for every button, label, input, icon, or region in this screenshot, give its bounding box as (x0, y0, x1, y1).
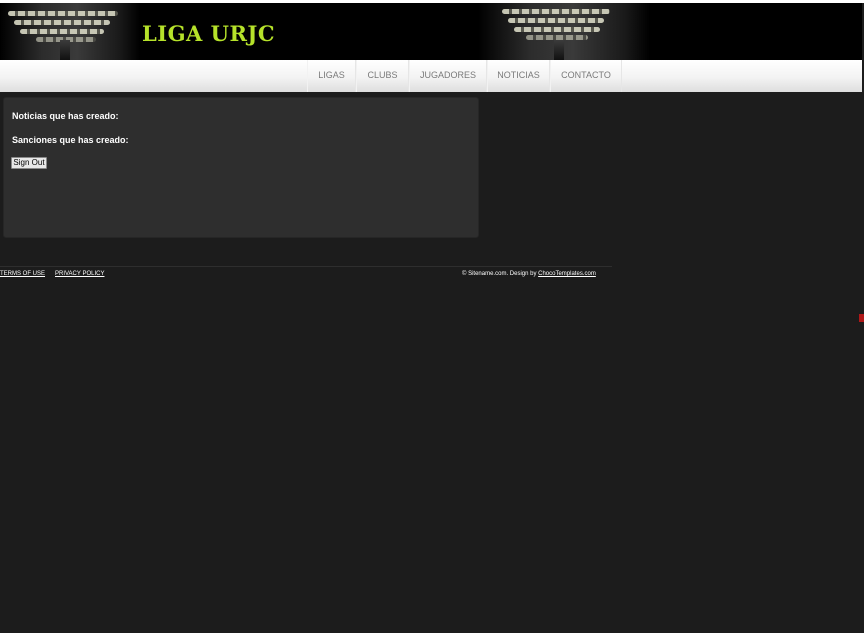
chocotemplates-link[interactable]: ChocoTemplates.com (538, 271, 596, 277)
site-title[interactable]: LIGA URJC (142, 21, 275, 46)
nav-item-noticias[interactable]: NOTICIAS (487, 60, 550, 92)
user-panel: Noticias que has creado: Sanciones que h… (3, 97, 479, 238)
nav-item-clubs[interactable]: CLUBS (356, 60, 409, 92)
scroll-marker (859, 314, 864, 322)
nav-item-ligas[interactable]: LIGAS (307, 60, 356, 92)
site-header: LIGA URJC (0, 3, 862, 60)
nav-item-contacto[interactable]: CONTACTO (550, 60, 622, 92)
credit-text: © Sitename.com. Design by (462, 271, 537, 277)
stadium-lights-image-right (478, 3, 650, 60)
footer-credit: © Sitename.com. Design by ChocoTemplates… (462, 271, 596, 277)
main-nav: LIGAS CLUBS JUGADORES NOTICIAS CONTACTO (0, 60, 862, 92)
terms-of-use-link[interactable]: TERMS OF USE (0, 271, 45, 277)
news-heading: Noticias que has creado: (12, 111, 119, 121)
nav-item-jugadores[interactable]: JUGADORES (409, 60, 487, 92)
stadium-lights-image (0, 3, 140, 60)
sign-out-button[interactable]: Sign Out (11, 157, 47, 169)
sanctions-heading: Sanciones que has creado: (12, 135, 129, 145)
footer-divider (0, 266, 612, 267)
privacy-policy-link[interactable]: PRIVACY POLICY (55, 271, 104, 277)
